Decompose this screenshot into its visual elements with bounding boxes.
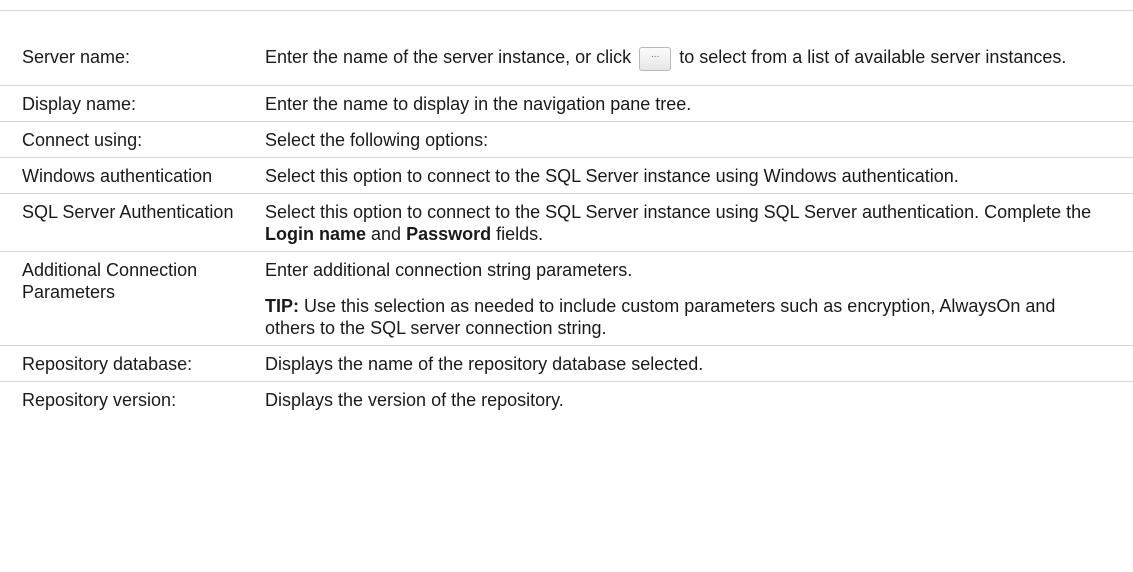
row-description: Enter the name to display in the navigat… <box>265 85 1133 122</box>
top-divider <box>0 10 1133 11</box>
row-description: Enter the name of the server instance, o… <box>265 39 1133 86</box>
row-label: Additional Connection Parameters <box>0 251 265 346</box>
row-description: Enter additional connection string param… <box>265 251 1133 346</box>
table-row: Display name: Enter the name to display … <box>0 85 1133 122</box>
tip-text: Use this selection as needed to include … <box>265 296 1056 338</box>
description-text: to select from a list of available serve… <box>679 47 1067 67</box>
login-name-term: Login name <box>265 224 367 244</box>
row-label: Connect using: <box>0 121 265 158</box>
row-label: SQL Server Authentication <box>0 193 265 252</box>
row-description: Select the following options: <box>265 121 1133 158</box>
tip-label: TIP: <box>265 296 299 316</box>
table-row: Additional Connection Parameters Enter a… <box>0 251 1133 346</box>
description-text: Enter the name of the server instance, o… <box>265 47 632 67</box>
row-description: Select this option to connect to the SQL… <box>265 157 1133 194</box>
row-description: Displays the version of the repository. <box>265 390 564 410</box>
description-text: Enter additional connection string param… <box>265 260 633 280</box>
table-row: Connect using: Select the following opti… <box>0 121 1133 158</box>
row-label: Server name: <box>0 39 265 86</box>
properties-table: Server name: Enter the name of the serve… <box>0 39 1133 417</box>
table-row: Repository version: Displays the version… <box>0 382 1133 418</box>
table-row: Windows authentication Select this optio… <box>0 157 1133 194</box>
description-text: Select this option to connect to the SQL… <box>265 202 1092 222</box>
tip-note: TIP: Use this selection as needed to inc… <box>265 295 1093 339</box>
row-label: Display name: <box>0 85 265 122</box>
row-description: Select this option to connect to the SQL… <box>265 193 1133 252</box>
table-row: Server name: Enter the name of the serve… <box>0 39 1133 86</box>
password-term: Password <box>406 224 492 244</box>
row-label: Repository database: <box>0 345 265 382</box>
table-row: SQL Server Authentication Select this op… <box>0 193 1133 252</box>
description-text: and <box>371 224 402 244</box>
row-description: Displays the name of the repository data… <box>265 345 1133 382</box>
row-label: Windows authentication <box>0 157 265 194</box>
description-text: fields. <box>496 224 544 244</box>
browse-button[interactable]: ... <box>639 47 672 71</box>
table-row: Repository database: Displays the name o… <box>0 345 1133 382</box>
row-label: Repository version: <box>22 390 177 410</box>
